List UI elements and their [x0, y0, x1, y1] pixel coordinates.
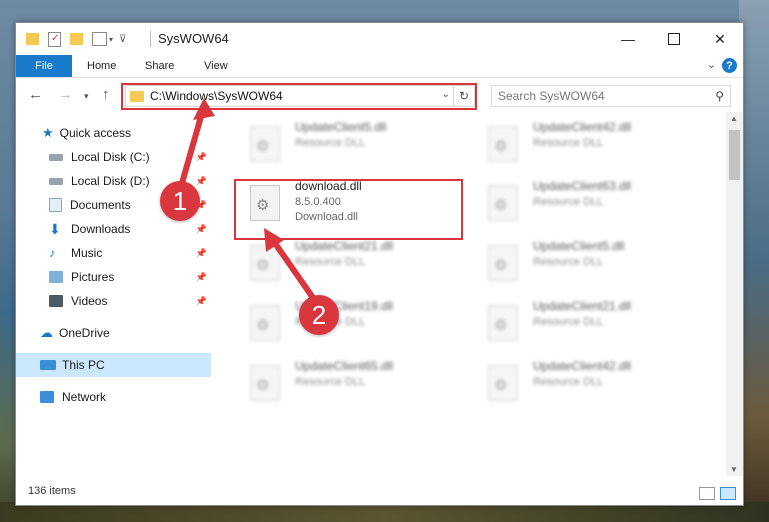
arrow-2-line	[267, 234, 321, 307]
arrow-1-head	[193, 98, 215, 120]
step-1-badge: 1	[160, 181, 200, 221]
step-2-badge: 2	[299, 295, 339, 335]
annotation-arrows	[177, 98, 321, 307]
